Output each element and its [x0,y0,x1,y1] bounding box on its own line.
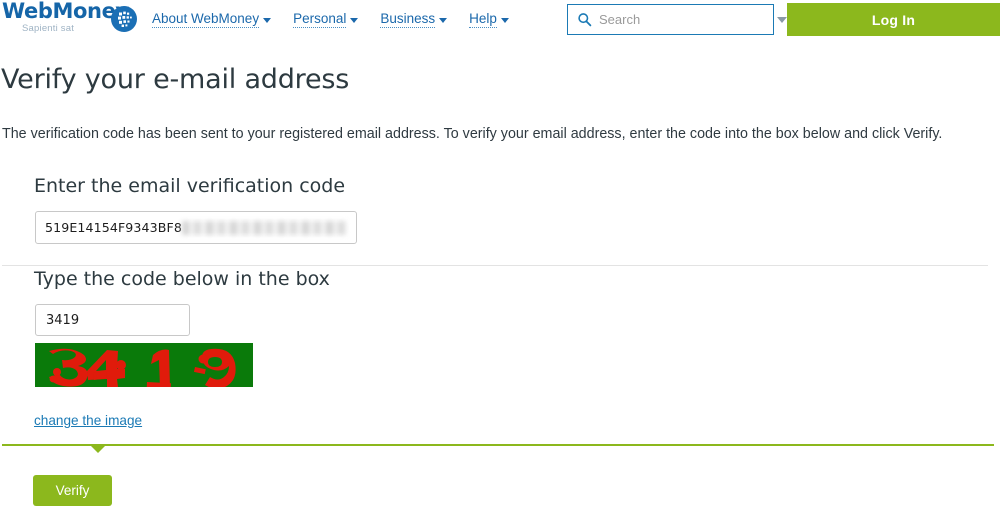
nav-label: Personal [293,11,347,28]
nav-item-business[interactable]: Business [380,11,448,28]
page-root: WebMoney Sapienti sat About WebMoney Per… [0,0,1000,511]
chevron-down-icon[interactable] [777,16,787,23]
logo-tagline: Sapienti sat [22,23,75,34]
search-input[interactable] [592,11,777,28]
verification-code-label: Enter the email verification code [34,175,346,197]
site-logo[interactable]: WebMoney Sapienti sat [2,0,129,35]
chevron-down-icon [500,18,509,23]
log-in-button[interactable]: Log In [787,3,1000,36]
nav-item-help[interactable]: Help [469,11,509,28]
green-divider [2,444,994,446]
captcha-image [35,343,253,387]
verification-code-value: 519E14154F9343BF8 [45,220,182,235]
nav-label: Business [380,11,436,28]
green-divider-notch-icon [91,446,105,453]
intro-paragraph: The verification code has been sent to y… [2,126,943,143]
captcha-input[interactable]: 3419 [35,304,190,336]
nav-label: Help [469,11,497,28]
nav-label: About WebMoney [152,11,260,28]
webmoney-globe-icon [110,5,138,33]
verify-button[interactable]: Verify [33,475,112,506]
search-box[interactable] [567,4,787,35]
change-image-link[interactable]: change the image [34,413,142,428]
captcha-input-value: 3419 [46,312,80,328]
section-divider [2,265,988,266]
page-title: Verify your e-mail address [1,64,350,96]
verification-code-input[interactable]: 519E14154F9343BF8 [35,211,357,244]
chevron-down-icon [263,18,272,23]
logo-wordmark: WebMoney [2,0,129,23]
search-icon [577,12,592,27]
main-navigation: About WebMoney Personal Business Help [152,11,509,31]
chevron-down-icon [439,18,448,23]
chevron-down-icon [350,18,359,23]
site-header: WebMoney Sapienti sat About WebMoney Per… [0,0,1000,38]
nav-item-about-webmoney[interactable]: About WebMoney [152,11,272,28]
redacted-code-overlay [181,220,347,235]
nav-item-personal[interactable]: Personal [293,11,359,28]
captcha-label: Type the code below in the box [34,268,330,290]
